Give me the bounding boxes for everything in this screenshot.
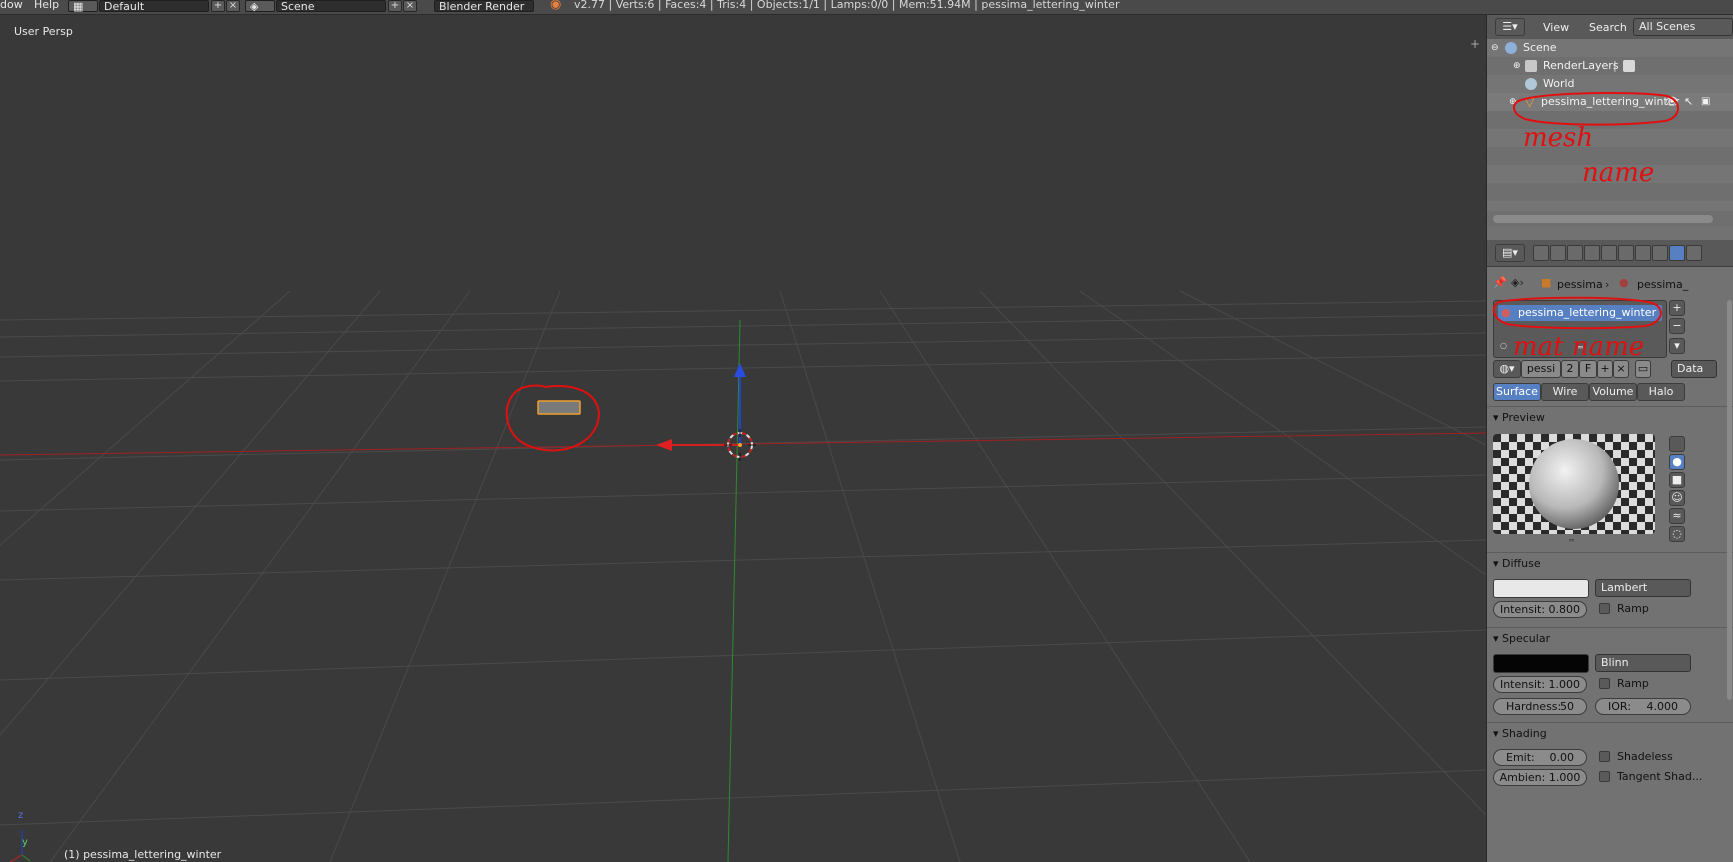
preview-hair-button[interactable]: ≈ (1669, 508, 1685, 524)
pin-icon[interactable]: 📌 (1493, 276, 1507, 289)
screen-layout-icon[interactable]: ▦ (68, 0, 98, 12)
3d-viewport[interactable]: User Persp z y (1) pessima_lettering_win… (0, 15, 1486, 862)
ambient-field[interactable]: Ambien: 1.000 (1493, 769, 1587, 786)
tab-wire[interactable]: Wire (1541, 383, 1589, 401)
top-header-bar: dow Help ▦ Default + × ◈ Scene + × Blend… (0, 0, 1733, 15)
emit-label: Emit: (1506, 751, 1535, 764)
annotation-mat-ellipse (1492, 296, 1662, 330)
render-layers-tab-icon[interactable] (1550, 245, 1566, 261)
preview-cube-button[interactable]: ■ (1669, 472, 1685, 488)
outliner-panel: ☰▾ View Search All Scenes ⊖ Scene ⊕ Rend… (1487, 15, 1733, 227)
annotation-mesh-ellipse (1513, 91, 1679, 126)
context-icon: ◈› (1511, 276, 1524, 289)
active-object-label: (1) pessima_lettering_winter (64, 848, 222, 861)
tab-volume[interactable]: Volume (1589, 383, 1637, 401)
editor-type-menu[interactable]: ▤▾ (1495, 244, 1525, 262)
new-material-button[interactable]: + (1597, 360, 1613, 378)
preview-world-button[interactable]: ◌ (1669, 526, 1685, 542)
remove-scene-button[interactable]: × (403, 0, 417, 12)
axis-y-label: y (22, 837, 28, 848)
diffuse-title: Diffuse (1502, 557, 1541, 570)
user-count-button[interactable]: 2 (1561, 360, 1579, 378)
tab-surface[interactable]: Surface (1493, 383, 1541, 401)
hardness-field[interactable]: Hardness: 50 (1493, 698, 1587, 715)
emit-value: 0.00 (1549, 751, 1575, 764)
emit-field[interactable]: Emit: 0.00 (1493, 749, 1587, 766)
material-name-field[interactable]: pessi (1521, 360, 1561, 378)
preview-resize-handle[interactable]: ═ (1569, 536, 1574, 545)
specular-ramp-label: Ramp (1617, 677, 1649, 690)
menu-help[interactable]: Help (34, 0, 59, 11)
specular-color-swatch[interactable] (1493, 654, 1589, 673)
specular-shader-dropdown[interactable]: Blinn (1595, 654, 1691, 672)
add-layout-button[interactable]: + (211, 0, 225, 12)
diffuse-color-swatch[interactable] (1493, 579, 1589, 598)
preview-title: Preview (1502, 411, 1545, 424)
shading-panel-header[interactable]: ▾ Shading (1493, 727, 1729, 740)
diffuse-ramp-checkbox[interactable] (1599, 603, 1610, 614)
shadeless-checkbox[interactable] (1599, 751, 1610, 762)
add-region-icon[interactable]: + (1470, 37, 1480, 51)
scene-field[interactable]: Scene (276, 0, 386, 12)
ior-value: 4.000 (1646, 700, 1679, 713)
specular-title: Specular (1502, 632, 1551, 645)
ior-label: IOR: (1608, 700, 1631, 713)
view-mode-label: User Persp (14, 25, 73, 38)
diffuse-shader-dropdown[interactable]: Lambert (1595, 579, 1691, 597)
preview-monkey-button[interactable]: ☺ (1669, 490, 1685, 506)
specular-intensity-field[interactable]: Intensit: 1.000 (1493, 676, 1587, 693)
panel-separator (1487, 552, 1733, 553)
panel-separator (1487, 406, 1733, 407)
preview-panel-header[interactable]: ▾ Preview (1493, 411, 1729, 424)
properties-scrollbar[interactable] (1727, 300, 1732, 700)
axis-z-label: z (18, 810, 24, 821)
object-icon: ■ (1541, 276, 1552, 289)
specular-ramp-checkbox[interactable] (1599, 678, 1610, 689)
right-sidebar: ☰▾ View Search All Scenes ⊖ Scene ⊕ Rend… (1486, 15, 1733, 862)
texture-tab-icon[interactable] (1686, 245, 1702, 261)
add-scene-button[interactable]: + (388, 0, 402, 12)
preview-sphere-button[interactable]: ● (1669, 454, 1685, 470)
specular-panel-header[interactable]: ▾ Specular (1493, 632, 1729, 645)
fake-user-button[interactable]: F (1579, 360, 1597, 378)
diffuse-ramp-label: Ramp (1617, 602, 1649, 615)
panel-separator (1487, 627, 1733, 628)
scene-icon[interactable]: ◈ (245, 0, 275, 12)
material-tab-icon[interactable] (1669, 245, 1685, 261)
menu-window[interactable]: dow (0, 0, 23, 11)
material-icon: ● (1619, 276, 1629, 289)
diffuse-panel-header[interactable]: ▾ Diffuse (1493, 557, 1729, 570)
tangent-shading-checkbox[interactable] (1599, 771, 1610, 782)
properties-header: ▤▾ (1487, 240, 1733, 267)
link-data-dropdown[interactable]: Data (1671, 360, 1717, 378)
remove-layout-button[interactable]: × (226, 0, 240, 12)
object-tab-icon[interactable] (1601, 245, 1617, 261)
constraints-tab-icon[interactable] (1618, 245, 1634, 261)
panel-separator (1487, 722, 1733, 723)
ior-field[interactable]: IOR: 4.000 (1595, 698, 1691, 715)
hardness-value: 50 (1560, 700, 1574, 713)
properties-editor: ▤▾ 📌 ◈› ■ pessima › ● pessima_ ● pessima… (1487, 240, 1733, 862)
scene-tab-icon[interactable] (1567, 245, 1583, 261)
preview-flat-button[interactable] (1669, 436, 1685, 452)
node-toggle-button[interactable]: ▭ (1635, 360, 1651, 378)
world-tab-icon[interactable] (1584, 245, 1600, 261)
screen-layout-field[interactable]: Default (99, 0, 209, 12)
shadeless-label: Shadeless (1617, 750, 1673, 763)
diffuse-intensity-field[interactable]: Intensit: 0.800 (1493, 601, 1587, 618)
tab-halo[interactable]: Halo (1637, 383, 1685, 401)
hardness-label: Hardness: (1506, 700, 1562, 713)
grid-floor (0, 290, 1486, 862)
render-engine-dropdown[interactable]: Blender Render (434, 0, 534, 12)
tangent-shading-label: Tangent Shad... (1617, 770, 1703, 783)
render-tab-icon[interactable] (1533, 245, 1549, 261)
browse-material-button[interactable]: ◍▾ (1493, 360, 1521, 378)
unlink-material-button[interactable]: × (1613, 360, 1629, 378)
material-preview (1493, 434, 1655, 534)
scene-statistics: v2.77 | Verts:6 | Faces:4 | Tris:4 | Obj… (574, 0, 1120, 11)
data-tab-icon[interactable] (1652, 245, 1668, 261)
blender-logo-icon: ◉ (550, 0, 562, 12)
modifiers-tab-icon[interactable] (1635, 245, 1651, 261)
shading-title: Shading (1502, 727, 1547, 740)
